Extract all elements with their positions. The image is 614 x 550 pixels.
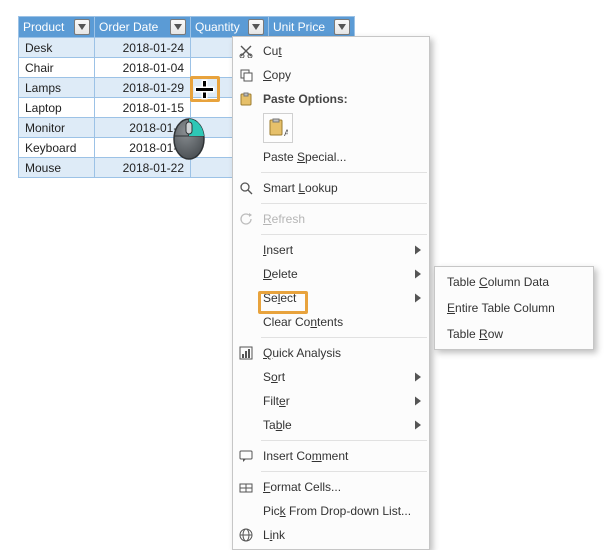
format-cells-icon bbox=[238, 479, 254, 495]
quick-analysis-icon bbox=[238, 345, 254, 361]
menu-refresh: Refresh bbox=[233, 207, 429, 231]
menu-copy[interactable]: Copy bbox=[233, 63, 429, 87]
submenu-arrow-icon bbox=[415, 397, 421, 406]
menu-paste-options: Paste Options: bbox=[233, 87, 429, 111]
cell-date[interactable]: 2018-01-1 bbox=[95, 118, 191, 138]
cell-date[interactable]: 2018-01-22 bbox=[95, 158, 191, 178]
submenu-arrow-icon bbox=[415, 373, 421, 382]
submenu-table-row[interactable]: Table Row bbox=[435, 321, 593, 347]
menu-label: Link bbox=[263, 528, 285, 542]
cell-product[interactable]: Monitor bbox=[19, 118, 95, 138]
menu-label: Insert Comment bbox=[263, 449, 348, 463]
menu-clear-contents[interactable]: Clear Contents bbox=[233, 310, 429, 334]
menu-quick-analysis[interactable]: Quick Analysis bbox=[233, 341, 429, 365]
menu-label: Quick Analysis bbox=[263, 346, 341, 360]
menu-label: Select bbox=[263, 291, 296, 305]
separator bbox=[261, 471, 427, 472]
header-order-date[interactable]: Order Date bbox=[95, 17, 191, 38]
svg-text:A: A bbox=[284, 128, 288, 138]
copy-icon bbox=[238, 67, 254, 83]
header-label: Unit Price bbox=[273, 20, 325, 34]
menu-label: Entire Table Column bbox=[447, 301, 555, 315]
header-quantity[interactable]: Quantity bbox=[191, 17, 269, 38]
submenu-arrow-icon bbox=[415, 294, 421, 303]
menu-label: Smart Lookup bbox=[263, 181, 338, 195]
header-product[interactable]: Product bbox=[19, 17, 95, 38]
menu-label: Filter bbox=[263, 394, 290, 408]
menu-label: Sort bbox=[263, 370, 285, 384]
menu-delete[interactable]: Delete bbox=[233, 262, 429, 286]
header-label: Order Date bbox=[99, 20, 158, 34]
menu-format-cells[interactable]: Format Cells... bbox=[233, 475, 429, 499]
link-icon bbox=[238, 527, 254, 543]
submenu-arrow-icon bbox=[415, 246, 421, 255]
cell-product[interactable]: Chair bbox=[19, 58, 95, 78]
menu-label: Copy bbox=[263, 68, 291, 82]
menu-pick-from-list[interactable]: Pick From Drop-down List... bbox=[233, 499, 429, 523]
menu-label: Cut bbox=[263, 44, 282, 58]
menu-filter[interactable]: Filter bbox=[233, 389, 429, 413]
paste-icon bbox=[238, 91, 254, 107]
menu-cut[interactable]: Cut bbox=[233, 39, 429, 63]
menu-table[interactable]: Table bbox=[233, 413, 429, 437]
menu-label: Pick From Drop-down List... bbox=[263, 504, 411, 518]
filter-icon[interactable] bbox=[74, 19, 90, 35]
header-unit-price[interactable]: Unit Price bbox=[269, 17, 355, 38]
search-icon bbox=[238, 180, 254, 196]
cell-product[interactable]: Desk bbox=[19, 38, 95, 58]
menu-label: Table Column Data bbox=[447, 275, 549, 289]
menu-label: Table bbox=[263, 418, 292, 432]
filter-icon[interactable] bbox=[248, 19, 264, 35]
menu-label: Clear Contents bbox=[263, 315, 343, 329]
context-menu[interactable]: Cut Copy Paste Options: A Paste Special.… bbox=[232, 36, 430, 550]
menu-label: Format Cells... bbox=[263, 480, 341, 494]
menu-sort[interactable]: Sort bbox=[233, 365, 429, 389]
cell-date[interactable]: 2018-01-04 bbox=[95, 58, 191, 78]
cell-product[interactable]: Lamps bbox=[19, 78, 95, 98]
paste-option-keep-formatting[interactable]: A bbox=[263, 113, 293, 143]
cell-date[interactable]: 2018-01-15 bbox=[95, 98, 191, 118]
menu-label: Refresh bbox=[263, 212, 305, 226]
cell-product[interactable]: Keyboard bbox=[19, 138, 95, 158]
menu-insert-comment[interactable]: Insert Comment bbox=[233, 444, 429, 468]
cell-date[interactable]: 2018-01-1 bbox=[95, 138, 191, 158]
filter-icon[interactable] bbox=[334, 19, 350, 35]
submenu-entire-table-column[interactable]: Entire Table Column bbox=[435, 295, 593, 321]
menu-select[interactable]: Select bbox=[233, 286, 429, 310]
header-label: Product bbox=[23, 20, 64, 34]
submenu-arrow-icon bbox=[415, 270, 421, 279]
menu-label: Paste Special... bbox=[263, 150, 346, 164]
select-submenu[interactable]: Table Column Data Entire Table Column Ta… bbox=[434, 266, 594, 350]
submenu-arrow-icon bbox=[415, 421, 421, 430]
cut-icon bbox=[238, 43, 254, 59]
menu-label: Delete bbox=[263, 267, 298, 281]
comment-icon bbox=[238, 448, 254, 464]
refresh-icon bbox=[238, 211, 254, 227]
filter-icon[interactable] bbox=[170, 19, 186, 35]
header-label: Quantity bbox=[195, 20, 240, 34]
cell-date[interactable]: 2018-01-24 bbox=[95, 38, 191, 58]
menu-smart-lookup[interactable]: Smart Lookup bbox=[233, 176, 429, 200]
submenu-table-column-data[interactable]: Table Column Data bbox=[435, 269, 593, 295]
menu-label: Paste Options: bbox=[263, 92, 348, 106]
menu-label: Table Row bbox=[447, 327, 503, 341]
separator bbox=[261, 203, 427, 204]
separator bbox=[261, 172, 427, 173]
separator bbox=[261, 337, 427, 338]
menu-link[interactable]: Link bbox=[233, 523, 429, 547]
cell-product[interactable]: Laptop bbox=[19, 98, 95, 118]
cell-product[interactable]: Mouse bbox=[19, 158, 95, 178]
separator bbox=[261, 440, 427, 441]
separator bbox=[261, 234, 427, 235]
menu-label: Insert bbox=[263, 243, 293, 257]
menu-paste-special[interactable]: Paste Special... bbox=[233, 145, 429, 169]
cell-date[interactable]: 2018-01-29 bbox=[95, 78, 191, 98]
menu-insert[interactable]: Insert bbox=[233, 238, 429, 262]
